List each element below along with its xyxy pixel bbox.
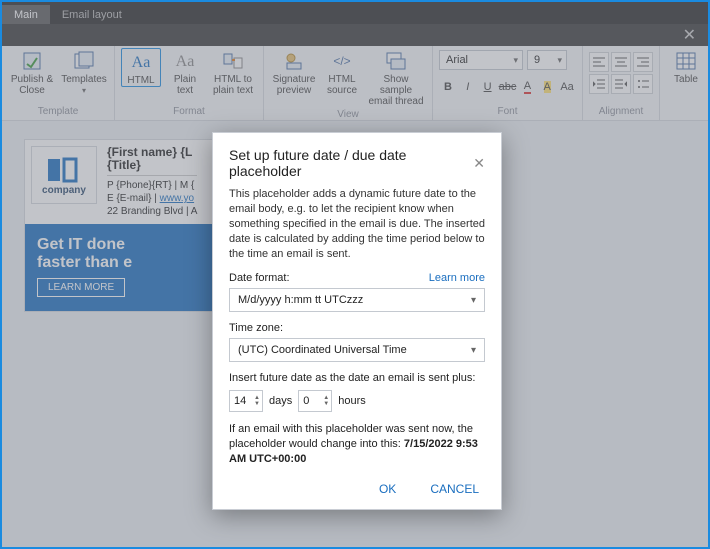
- future-date-dialog: Set up future date / due date placeholde…: [212, 132, 502, 510]
- cancel-button[interactable]: CANCEL: [424, 481, 485, 497]
- hours-stepper[interactable]: 0 ▲▼: [298, 390, 332, 412]
- spinner-icon[interactable]: ▲▼: [323, 395, 329, 407]
- timezone-label: Time zone:: [229, 322, 485, 334]
- dialog-close-icon[interactable]: ✕: [473, 155, 485, 172]
- dialog-description: This placeholder adds a dynamic future d…: [229, 187, 485, 262]
- hours-label: hours: [338, 395, 366, 407]
- spinner-icon[interactable]: ▲▼: [254, 395, 260, 407]
- dialog-preview-note: If an email with this placeholder was se…: [229, 422, 485, 467]
- date-format-label: Date format:: [229, 272, 290, 284]
- app-window: Main Email layout ✕ Publish & Close Temp…: [0, 0, 710, 549]
- dialog-title: Set up future date / due date placeholde…: [229, 147, 473, 179]
- days-label: days: [269, 395, 292, 407]
- days-stepper[interactable]: 14 ▲▼: [229, 390, 263, 412]
- timezone-select[interactable]: (UTC) Coordinated Universal Time: [229, 338, 485, 362]
- date-format-select[interactable]: M/d/yyyy h:mm tt UTCzzz: [229, 288, 485, 312]
- ok-button[interactable]: OK: [373, 481, 402, 497]
- insert-offset-label: Insert future date as the date an email …: [229, 372, 485, 384]
- learn-more-link[interactable]: Learn more: [429, 272, 485, 284]
